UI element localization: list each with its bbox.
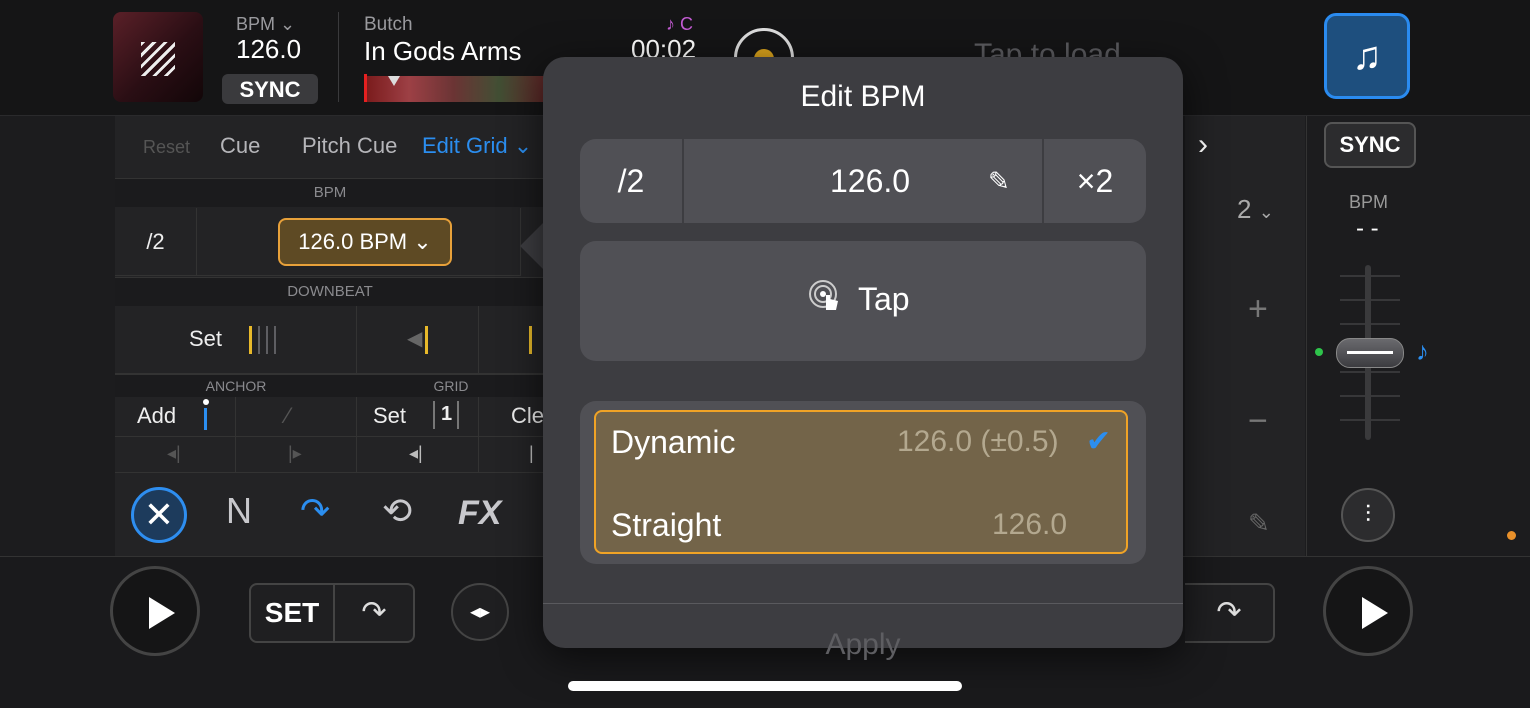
popover-title: Edit BPM	[800, 80, 926, 113]
cue-group: SET ↷	[249, 583, 415, 643]
nudge-arrows-icon: ◂▸	[469, 601, 491, 623]
play-icon	[149, 597, 175, 629]
downbeat-section-header: DOWNBEAT	[115, 277, 545, 306]
close-panel-button[interactable]: ✕	[131, 487, 187, 543]
jump-icon: ↷	[1216, 596, 1242, 629]
downbeat-shift-left-button[interactable]: ◀	[357, 306, 479, 374]
mode-straight-value: 126.0	[992, 508, 1068, 541]
anchor-section-header: ANCHOR	[115, 374, 357, 397]
deck2-panel	[1185, 116, 1305, 556]
tempo-slider-handle[interactable]	[1336, 338, 1404, 368]
mode-straight-option[interactable]: Straight	[611, 507, 721, 544]
deck2-play-button[interactable]	[1323, 566, 1413, 656]
deck2-jump-cue-button[interactable]: ↷	[1185, 583, 1275, 643]
grid-clear-button[interactable]: Cle	[479, 397, 545, 437]
pencil-icon[interactable]: ✎	[1248, 508, 1270, 539]
bpm-dropdown[interactable]: 126.0 BPM ⌄	[278, 218, 452, 266]
mode-dynamic-option[interactable]: Dynamic	[611, 424, 735, 461]
close-icon: ✕	[143, 494, 175, 535]
downbeat-set-button[interactable]: Set	[115, 306, 357, 374]
fx-button[interactable]: FX	[458, 494, 501, 533]
halve-bpm-button[interactable]: /2	[580, 139, 684, 223]
chevron-down-icon: ⌄	[413, 229, 432, 254]
anchor-add-button[interactable]: Add	[115, 397, 236, 437]
deck1-sync-button[interactable]: SYNC	[222, 74, 318, 104]
deck1-bpm-label[interactable]: BPM ⌄	[236, 14, 295, 35]
grid-section-header: GRID	[357, 374, 545, 397]
deck2-sync-button[interactable]: SYNC	[1324, 122, 1416, 168]
anchor-shift-right-button[interactable]: |▸	[236, 437, 357, 473]
half-bpm-button[interactable]: /2	[115, 208, 197, 276]
tab-reset[interactable]: Reset	[143, 137, 190, 158]
plus-icon[interactable]: +	[1248, 290, 1268, 329]
downbeat-shift-right-button[interactable]	[479, 306, 545, 374]
pencil-icon[interactable]: ✎	[988, 139, 1010, 223]
deck1-play-button[interactable]	[110, 566, 200, 656]
deck2-bpm-label: BPM	[1349, 192, 1389, 212]
sliders-icon: ⫶	[1365, 501, 1371, 528]
deck1-bpm-value: 126.0	[236, 34, 302, 64]
shift-left-icon: ◂|	[167, 443, 181, 463]
grid-set-button[interactable]: Set 1	[357, 397, 479, 437]
tap-tempo-button[interactable]: Tap	[580, 241, 1146, 361]
album-art[interactable]	[113, 12, 203, 102]
double-bpm-button[interactable]: ×2	[1042, 139, 1146, 223]
bpm-value-field[interactable]: 126.0	[830, 139, 910, 223]
divider	[338, 12, 339, 102]
triangle-left-icon: ◀	[407, 328, 423, 350]
loop-icon[interactable]: ⟲	[382, 490, 412, 532]
music-note-icon: ♪	[1416, 336, 1429, 366]
anchor-shift-left-button[interactable]: ◂|	[115, 437, 236, 473]
grid-shift-left-button[interactable]: ◂|	[357, 437, 479, 473]
jump-icon: ↷	[361, 596, 387, 629]
apply-button[interactable]: Apply	[543, 628, 1183, 662]
mode-dynamic-value: 126.0 (±0.5)	[897, 425, 1059, 458]
remove-anchor-icon: ⁄	[286, 403, 290, 428]
tap-icon	[809, 280, 838, 310]
grid-shift-right-button[interactable]: |	[479, 437, 545, 473]
jump-cue-button[interactable]: ↷	[335, 585, 413, 641]
shift-right-icon: |	[529, 443, 534, 463]
tab-pitch-cue[interactable]: Pitch Cue	[302, 133, 397, 159]
shift-left-icon: ◂|	[409, 443, 423, 463]
play-icon	[1362, 597, 1388, 629]
waveform-overview[interactable]	[364, 76, 544, 102]
sync-status-dot	[1315, 348, 1323, 356]
chevron-down-icon: ⌄	[513, 133, 533, 158]
bpm-value-row: /2 126.0 ✎ ×2	[580, 139, 1146, 223]
tab-edit-grid[interactable]: Edit Grid ⌄	[422, 133, 532, 159]
chevron-down-icon: ⌄	[280, 14, 296, 34]
checkmark-icon: ✔	[1086, 425, 1112, 458]
track-key: ♪ C	[666, 14, 693, 34]
hot-cue-icon[interactable]: ↷	[300, 490, 330, 532]
status-dot	[1507, 531, 1516, 540]
track-artist: Butch	[364, 14, 413, 35]
mixer-settings-button[interactable]: ⫶	[1341, 488, 1395, 542]
beat-count-dropdown[interactable]: 2 ⌄	[1237, 194, 1274, 225]
bpm-section-header: BPM	[115, 178, 545, 207]
anchor-remove-button[interactable]: ⁄	[236, 397, 357, 437]
music-library-button[interactable]: ♫	[1324, 13, 1410, 99]
track-title: In Gods Arms	[364, 36, 522, 66]
neural-mix-icon[interactable]: Ν	[226, 490, 252, 532]
deck2-bpm-value: - -	[1356, 215, 1379, 242]
shift-right-icon: |▸	[288, 443, 302, 463]
playhead-marker	[364, 74, 367, 102]
set-cue-button[interactable]: SET	[251, 585, 335, 641]
minus-icon[interactable]: −	[1248, 402, 1268, 441]
chevron-down-icon: ⌄	[1258, 202, 1274, 222]
home-indicator[interactable]	[568, 681, 962, 691]
nudge-button[interactable]: ◂▸	[451, 583, 509, 641]
divider	[543, 603, 1183, 604]
tab-cue[interactable]: Cue	[220, 133, 260, 159]
music-note-icon: ♫	[1352, 34, 1382, 78]
chevron-right-icon[interactable]: ›	[1198, 128, 1208, 162]
